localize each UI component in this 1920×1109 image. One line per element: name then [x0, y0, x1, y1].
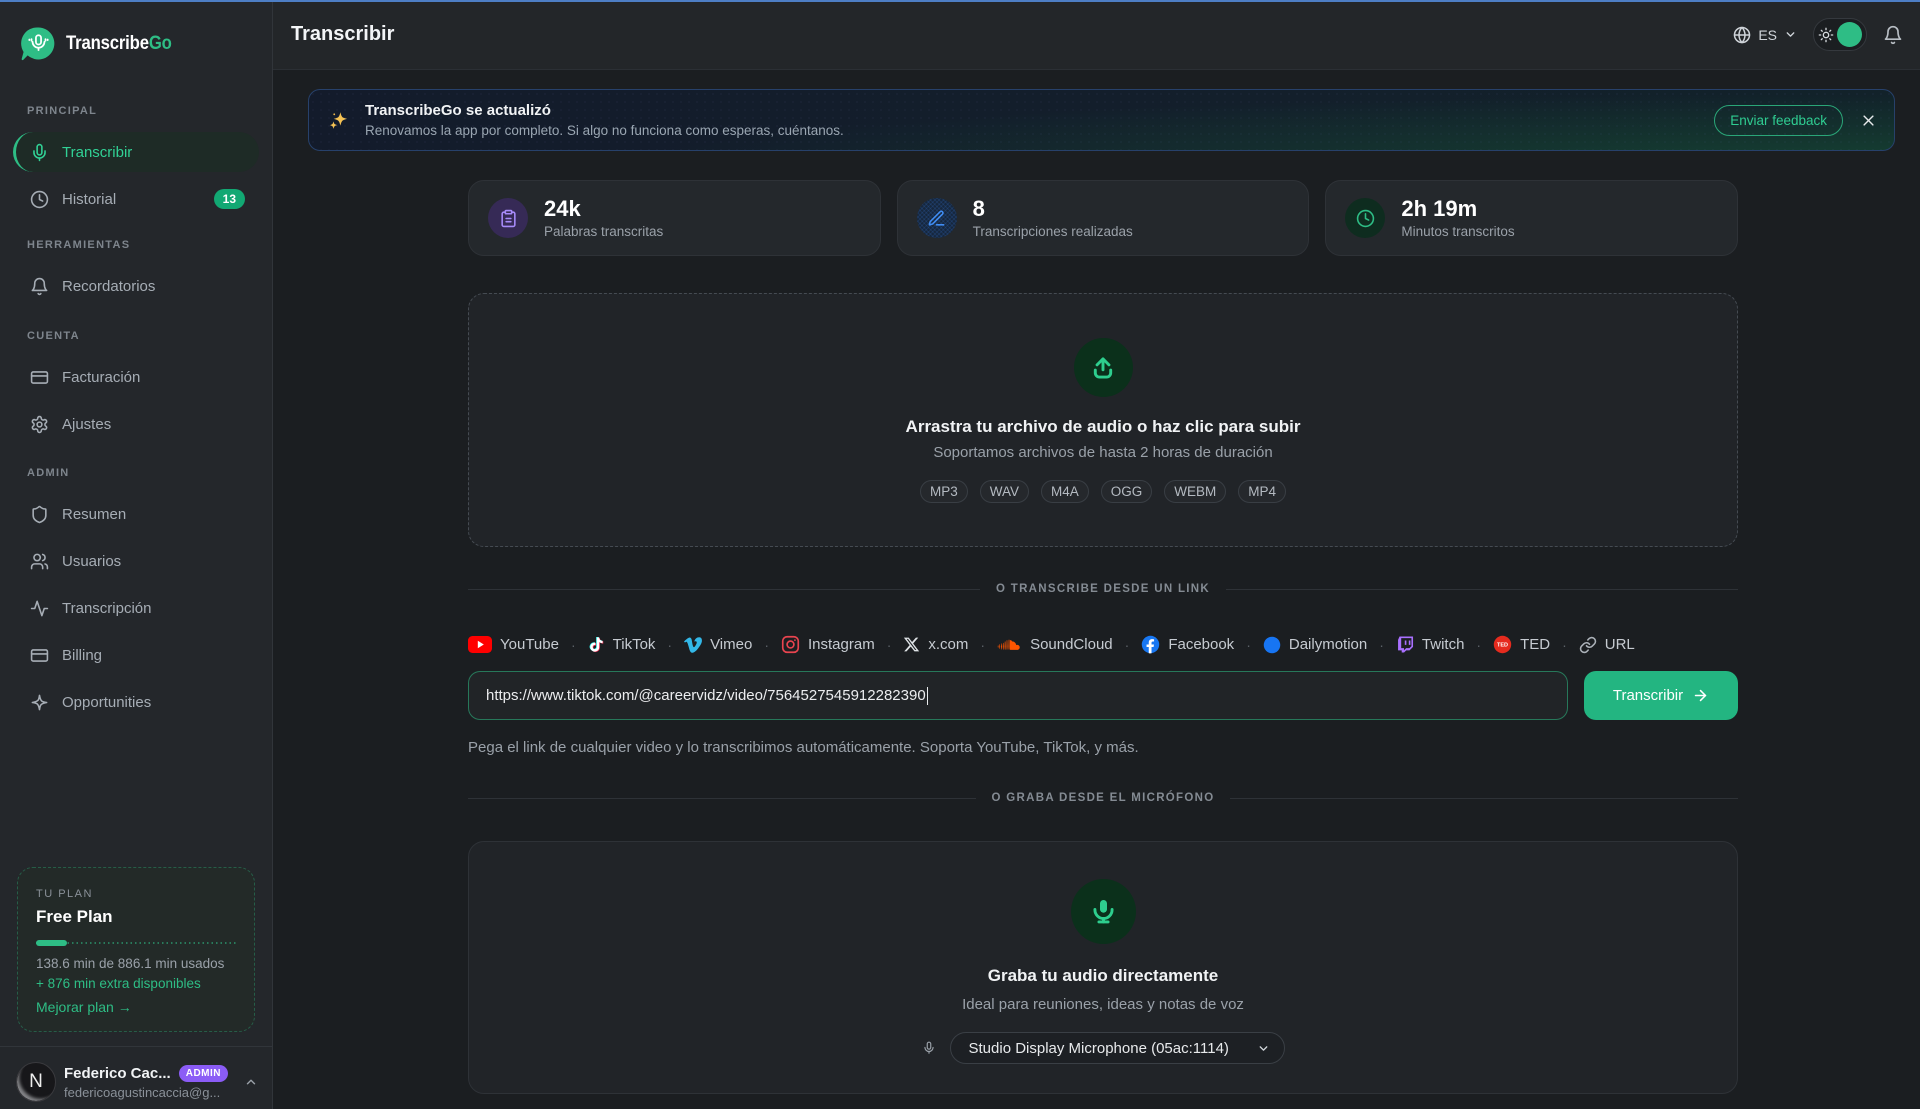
- svg-text:TED: TED: [1497, 642, 1508, 648]
